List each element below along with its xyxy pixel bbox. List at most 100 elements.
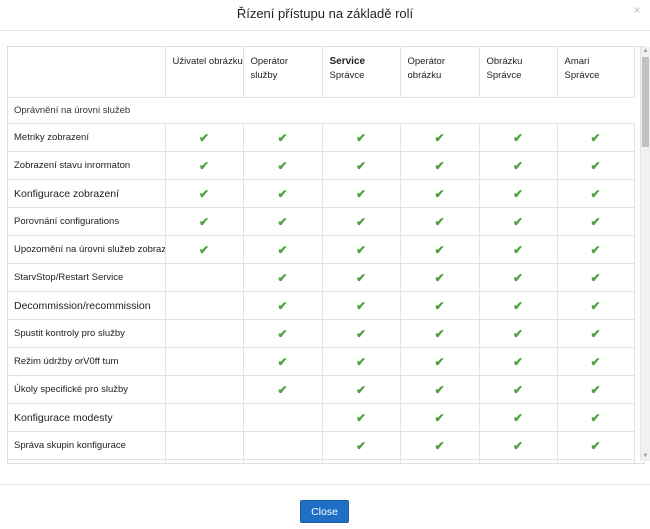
permission-label: Upozornění na úrovni služeb zobrazení xyxy=(8,235,166,264)
permission-cell: ✔ xyxy=(400,207,480,236)
check-icon: ✔ xyxy=(434,298,445,313)
permission-cell: ✔ xyxy=(557,319,635,348)
check-icon: ✔ xyxy=(198,130,210,145)
permission-cell: ✔ xyxy=(557,459,635,463)
permission-cell: ✔ xyxy=(557,151,635,180)
check-icon: ✔ xyxy=(355,326,367,341)
check-icon: ✔ xyxy=(434,242,445,257)
check-icon: ✔ xyxy=(277,326,288,341)
check-icon: ✔ xyxy=(434,214,445,229)
permission-cell: ✔ xyxy=(400,291,480,320)
check-icon: ✔ xyxy=(512,382,524,397)
permission-cell: ✔ xyxy=(557,347,635,376)
scroll-up-arrow-icon[interactable]: ▲ xyxy=(641,47,650,56)
permission-cell: ✔ xyxy=(557,403,635,432)
permission-cell: ✔ xyxy=(557,235,635,264)
check-icon: ✔ xyxy=(355,242,367,257)
permission-label: Úkoly specifické pro služby xyxy=(8,375,166,404)
permission-cell: ✔ xyxy=(322,207,401,236)
table-row: Správa skupin konfigurace ✔ ✔ ✔ ✔ xyxy=(8,431,635,460)
check-icon: ✔ xyxy=(590,298,601,313)
permission-cell: ✔ xyxy=(322,319,401,348)
permissions-table-container[interactable]: Uživatel obrázku Operátor služby Service… xyxy=(7,46,645,464)
permission-label: Zobrazení stavu inrormaton xyxy=(8,151,166,180)
permissions-table: Uživatel obrázku Operátor služby Service… xyxy=(8,47,635,463)
check-icon: ✔ xyxy=(198,214,210,229)
permission-cell xyxy=(165,459,244,463)
permission-cell: ✔ xyxy=(479,263,558,292)
permission-cell xyxy=(322,459,401,463)
check-icon: ✔ xyxy=(277,382,288,397)
permission-cell: ✔ xyxy=(165,235,244,264)
permission-cell: ✔ xyxy=(243,347,323,376)
check-icon: ✔ xyxy=(355,438,367,453)
close-button[interactable]: Close xyxy=(300,500,349,523)
permission-cell: ✔ xyxy=(322,123,401,152)
permission-cell xyxy=(243,403,323,432)
table-scrollbar[interactable]: ▲ ▼ xyxy=(640,47,650,461)
table-row: Zobrazení stavu inrormaton ✔ ✔ ✔ ✔ ✔ ✔ xyxy=(8,151,635,180)
table-row: Porovnání configurations ✔ ✔ ✔ ✔ ✔ ✔ xyxy=(8,207,635,236)
dialog-title: Řízení přístupu na základě rolí xyxy=(236,6,414,21)
table-row: Metriky zobrazení ✔ ✔ ✔ ✔ ✔ ✔ xyxy=(8,123,635,152)
permission-label: StarvStop/Restart Service xyxy=(8,263,166,292)
permission-cell: ✔ xyxy=(479,179,558,208)
permission-cell: ✔ xyxy=(322,375,401,404)
permission-cell: ✔ xyxy=(400,347,480,376)
check-icon: ✔ xyxy=(277,298,288,313)
check-icon: ✔ xyxy=(590,326,601,341)
permission-cell xyxy=(165,347,244,376)
check-icon: ✔ xyxy=(590,158,601,173)
check-icon: ✔ xyxy=(434,438,445,453)
check-icon: ✔ xyxy=(512,186,524,201)
table-row: Konfigurace zobrazení ✔ ✔ ✔ ✔ ✔ ✔ xyxy=(8,179,635,208)
permission-cell xyxy=(165,319,244,348)
check-icon: ✔ xyxy=(434,410,445,425)
permission-cell: ✔ xyxy=(400,151,480,180)
permission-cell: ✔ xyxy=(400,235,480,264)
check-icon: ✔ xyxy=(512,298,524,313)
permission-cell xyxy=(243,459,323,463)
check-icon: ✔ xyxy=(512,410,524,425)
permission-label: Metriky zobrazení xyxy=(8,123,166,152)
permission-cell: ✔ xyxy=(243,263,323,292)
permission-label: Konfigurace modesty xyxy=(8,403,166,432)
scroll-thumb[interactable] xyxy=(642,57,649,147)
check-icon: ✔ xyxy=(434,382,445,397)
permission-label: Konfigurace zobrazení xyxy=(8,179,166,208)
column-header: Operátor služby xyxy=(243,47,323,98)
check-icon: ✔ xyxy=(355,186,367,201)
table-row: Spustit kontroly pro služby ✔ ✔ ✔ ✔ ✔ xyxy=(8,319,635,348)
header-empty-cell xyxy=(8,47,166,98)
check-icon: ✔ xyxy=(590,410,601,425)
check-icon: ✔ xyxy=(434,186,445,201)
table-row: Konfigurace modesty ✔ ✔ ✔ ✔ xyxy=(8,403,635,432)
permission-cell: ✔ xyxy=(479,375,558,404)
permission-cell: ✔ xyxy=(165,151,244,180)
section-label: Oprávnění na úrovni služeb xyxy=(8,97,634,124)
check-icon: ✔ xyxy=(355,382,367,397)
check-icon: ✔ xyxy=(277,270,288,285)
check-icon: ✔ xyxy=(512,130,524,145)
check-icon: ✔ xyxy=(198,242,210,257)
permission-cell xyxy=(165,431,244,460)
permission-cell: ✔ xyxy=(479,347,558,376)
check-icon: ✔ xyxy=(277,354,288,369)
header-divider xyxy=(0,30,650,31)
permission-cell: ✔ xyxy=(479,459,558,463)
check-icon: ✔ xyxy=(590,270,601,285)
permission-cell: ✔ xyxy=(557,207,635,236)
check-icon: ✔ xyxy=(277,242,288,257)
check-icon: ✔ xyxy=(590,354,601,369)
permission-cell: ✔ xyxy=(400,179,480,208)
check-icon: ✔ xyxy=(277,158,288,173)
table-row: Upozornění na úrovni služeb zobrazení ✔ ✔ ✔… xyxy=(8,235,635,264)
permission-cell: ✔ xyxy=(479,207,558,236)
permission-cell: ✔ xyxy=(479,151,558,180)
scroll-down-arrow-icon[interactable]: ▼ xyxy=(641,452,650,461)
permission-cell: ✔ xyxy=(557,123,635,152)
permission-cell: ✔ xyxy=(322,151,401,180)
column-header: Service Správce xyxy=(322,47,401,98)
permission-cell: ✔ xyxy=(165,123,244,152)
close-icon[interactable]: × xyxy=(630,3,644,17)
